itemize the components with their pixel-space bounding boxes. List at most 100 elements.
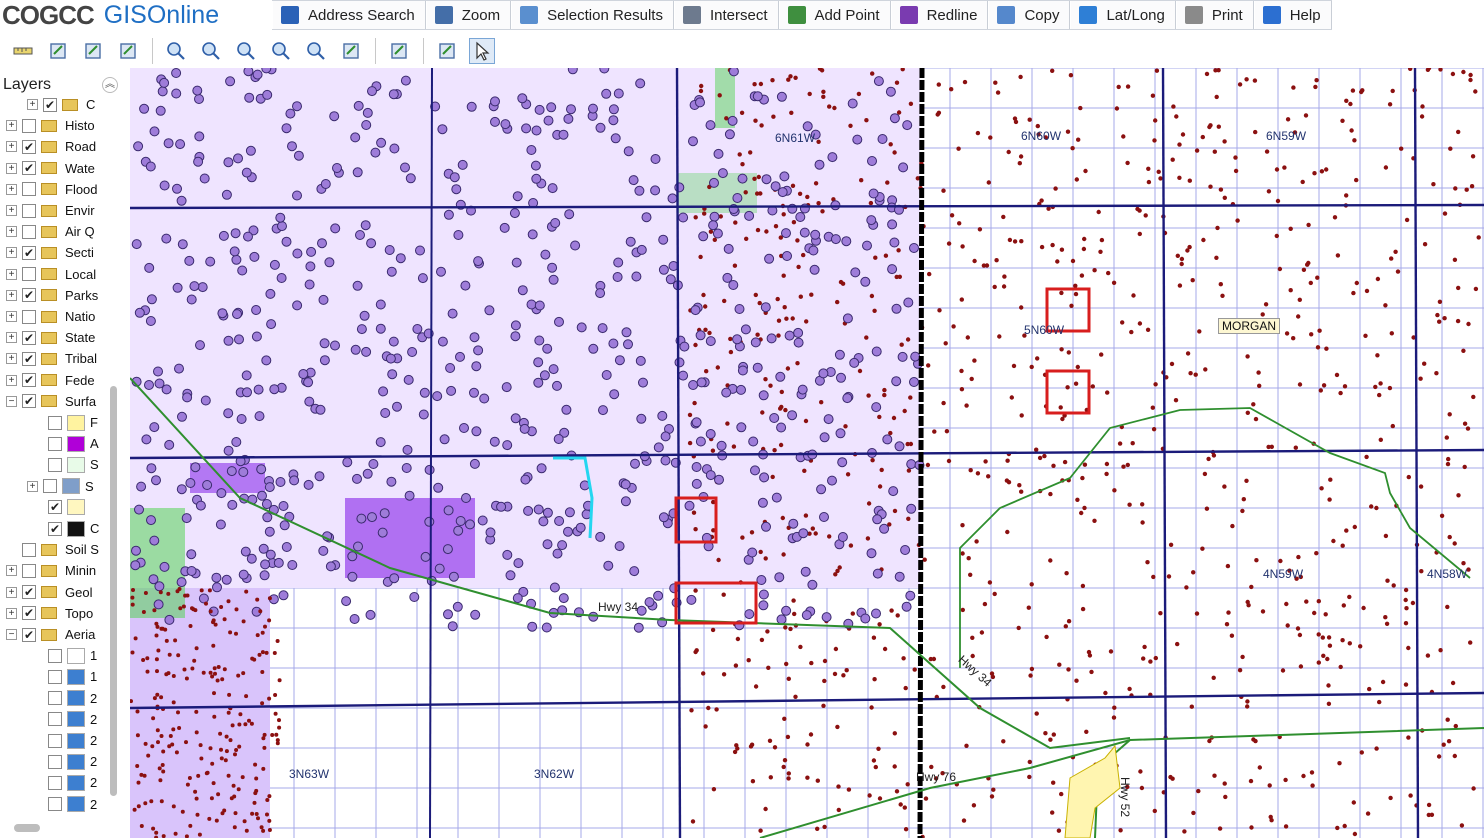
expand-icon[interactable]: + xyxy=(6,268,17,280)
layer-visibility-checkbox[interactable] xyxy=(48,691,62,706)
layer-row[interactable]: + Air Q xyxy=(6,221,95,242)
layer-visibility-checkbox[interactable] xyxy=(22,267,36,282)
layers-vertical-scrollbar[interactable] xyxy=(108,94,120,822)
layer-row[interactable]: + Flood xyxy=(6,179,98,200)
layer-visibility-checkbox[interactable] xyxy=(22,118,36,133)
expand-icon[interactable]: + xyxy=(6,353,17,365)
zoom-in-icon[interactable] xyxy=(198,38,224,64)
full-extent-icon[interactable] xyxy=(338,38,364,64)
collapse-icon[interactable]: − xyxy=(6,629,17,640)
expand-icon[interactable]: + xyxy=(6,120,17,132)
expand-icon[interactable]: + xyxy=(6,183,17,195)
layer-visibility-checkbox[interactable] xyxy=(48,457,62,472)
zoom-box-icon[interactable] xyxy=(163,38,189,64)
layer-row[interactable]: ✔ xyxy=(48,497,90,518)
help-button[interactable]: Help xyxy=(1253,1,1332,29)
layer-visibility-checkbox[interactable] xyxy=(48,712,62,727)
selection-results-button[interactable]: Selection Results xyxy=(511,1,674,29)
add-point-button[interactable]: Add Point xyxy=(778,1,891,29)
layer-row[interactable]: + ✔ Tribal xyxy=(6,348,97,369)
expand-icon[interactable]: + xyxy=(6,565,17,577)
measure-ruler-icon[interactable] xyxy=(10,38,36,64)
layer-row[interactable]: + ✔ Fede xyxy=(6,370,95,391)
zoom-out-icon[interactable] xyxy=(233,38,259,64)
layer-row[interactable]: S xyxy=(48,454,99,475)
layer-row[interactable]: 2 xyxy=(48,751,97,772)
layer-visibility-checkbox[interactable]: ✔ xyxy=(22,606,36,621)
zoom-button[interactable]: Zoom xyxy=(425,1,512,29)
layer-visibility-checkbox[interactable]: ✔ xyxy=(22,161,36,176)
collapse-icon[interactable]: − xyxy=(6,395,17,407)
expand-icon[interactable]: + xyxy=(6,247,17,259)
zoom-previous-icon[interactable] xyxy=(268,38,294,64)
layer-row[interactable]: 1 xyxy=(48,645,97,666)
layer-row[interactable]: + ✔ Geol xyxy=(6,582,92,603)
layer-visibility-checkbox[interactable] xyxy=(48,415,62,430)
layer-row[interactable]: 2 xyxy=(48,688,97,709)
collapse-panel-icon[interactable]: ︽ xyxy=(102,77,118,93)
layer-visibility-checkbox[interactable]: ✔ xyxy=(22,139,36,154)
expand-icon[interactable]: + xyxy=(6,205,17,216)
copy-button[interactable]: Copy xyxy=(988,1,1071,29)
layer-row[interactable]: − ✔ Surfa xyxy=(6,391,96,412)
layer-row[interactable]: + ✔ Parks xyxy=(6,285,98,306)
layer-visibility-checkbox[interactable] xyxy=(22,203,36,218)
layer-row[interactable]: 2 xyxy=(48,709,97,730)
layer-visibility-checkbox[interactable]: ✔ xyxy=(22,351,36,366)
layer-visibility-checkbox[interactable]: ✔ xyxy=(43,97,57,112)
zoom-next-icon[interactable] xyxy=(303,38,329,64)
layer-row[interactable]: + ✔ Wate xyxy=(6,158,95,179)
identify-tool-icon[interactable] xyxy=(45,38,71,64)
layer-visibility-checkbox[interactable]: ✔ xyxy=(22,330,36,345)
layer-visibility-checkbox[interactable] xyxy=(48,436,62,451)
edit-pencil-icon[interactable] xyxy=(115,38,141,64)
layer-visibility-checkbox[interactable] xyxy=(48,775,62,790)
layer-row[interactable]: + ✔ State xyxy=(6,327,95,348)
layer-row[interactable]: 1 xyxy=(48,666,97,687)
layer-visibility-checkbox[interactable] xyxy=(22,542,36,557)
layer-visibility-checkbox[interactable]: ✔ xyxy=(22,627,36,642)
layer-visibility-checkbox[interactable] xyxy=(22,224,36,239)
layer-visibility-checkbox[interactable] xyxy=(48,669,62,684)
layer-row[interactable]: + ✔ Topo xyxy=(6,603,93,624)
address-search-button[interactable]: Address Search xyxy=(272,1,426,29)
layer-row[interactable]: − ✔ Aeria xyxy=(6,624,95,645)
layer-visibility-checkbox[interactable]: ✔ xyxy=(48,521,62,536)
expand-icon[interactable]: + xyxy=(6,586,17,598)
layer-visibility-checkbox[interactable]: ✔ xyxy=(22,394,36,409)
layer-row[interactable]: 2 xyxy=(48,730,97,751)
lat-long-button[interactable]: Lat/Long xyxy=(1070,1,1176,29)
layer-visibility-checkbox[interactable] xyxy=(43,479,57,494)
map-canvas[interactable]: 6N61W 6N60W 6N59W 5N60W 4N59W 4N58W 3N63… xyxy=(130,68,1484,838)
layer-row[interactable]: + Local xyxy=(6,264,96,285)
layer-visibility-checkbox[interactable] xyxy=(48,797,62,812)
scrollbar-thumb[interactable] xyxy=(110,386,117,796)
layers-horizontal-scrollbar[interactable] xyxy=(0,820,100,834)
layer-row[interactable]: + Minin xyxy=(6,560,96,581)
expand-icon[interactable]: + xyxy=(6,226,17,238)
redline-button[interactable]: Redline xyxy=(890,1,989,29)
layer-visibility-checkbox[interactable] xyxy=(22,182,36,197)
layer-table-icon[interactable] xyxy=(434,38,460,64)
layer-visibility-checkbox[interactable] xyxy=(48,648,62,663)
layer-row[interactable]: F xyxy=(48,412,98,433)
layer-row[interactable]: + ✔ C xyxy=(27,94,95,115)
layer-visibility-checkbox[interactable]: ✔ xyxy=(22,585,36,600)
pointer-arrow-icon[interactable] xyxy=(469,38,495,64)
scrollbar-thumb[interactable] xyxy=(14,824,40,832)
select-features-icon[interactable] xyxy=(80,38,106,64)
layer-row[interactable]: + ✔ Road xyxy=(6,136,96,157)
layer-visibility-checkbox[interactable]: ✔ xyxy=(22,288,36,303)
layer-visibility-checkbox[interactable]: ✔ xyxy=(48,500,62,515)
expand-icon[interactable]: + xyxy=(6,374,17,386)
clear-selection-icon[interactable] xyxy=(386,38,412,64)
expand-icon[interactable]: + xyxy=(6,311,17,322)
expand-icon[interactable]: + xyxy=(6,141,17,153)
expand-icon[interactable]: + xyxy=(6,289,17,301)
expand-icon[interactable]: + xyxy=(6,332,17,344)
layer-row[interactable]: 2 xyxy=(48,772,97,793)
layer-row[interactable]: + S xyxy=(27,476,94,497)
layer-visibility-checkbox[interactable]: ✔ xyxy=(22,373,36,388)
expand-icon[interactable]: + xyxy=(6,607,17,619)
map-graphics[interactable] xyxy=(130,68,1484,838)
